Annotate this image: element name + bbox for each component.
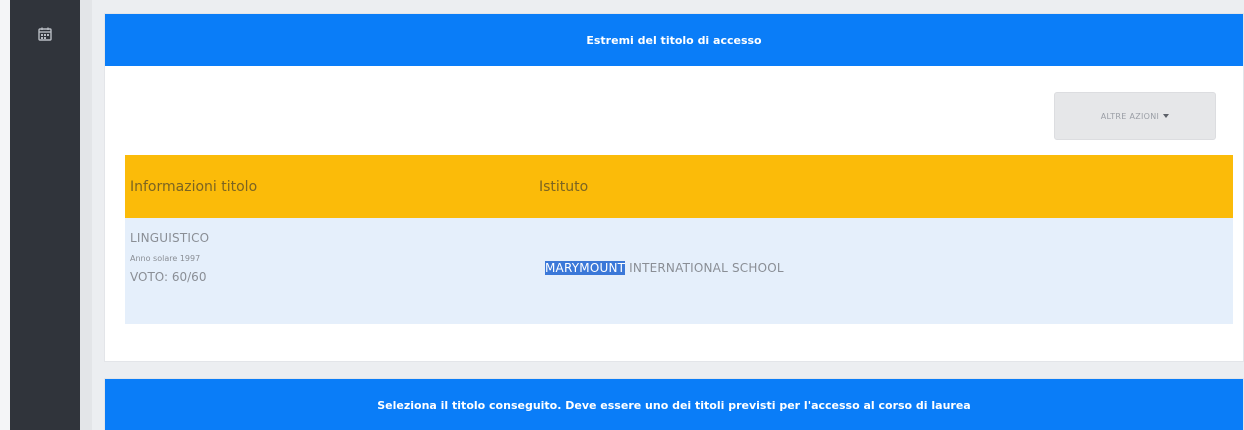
caret-down-icon xyxy=(1163,114,1170,118)
informazioni-titolo-cell: LINGUISTICO Anno solare 1997 VOTO: 60/60 xyxy=(130,231,209,284)
istituto-cell: MARYMOUNT INTERNATIONAL SCHOOL xyxy=(545,261,784,275)
table-header-row: Informazioni titolo Istituto xyxy=(125,155,1233,218)
column-header-informazioni: Informazioni titolo xyxy=(130,178,258,195)
sidebar-shadow xyxy=(80,0,92,430)
calendar-icon[interactable] xyxy=(38,27,52,41)
anno-solare: Anno solare 1997 xyxy=(130,254,201,263)
voto: VOTO: 60/60 xyxy=(130,270,207,284)
card-title: Seleziona il titolo conseguito. Deve ess… xyxy=(377,398,971,412)
altre-azioni-label: ALTRE AZIONI xyxy=(1100,111,1160,121)
selected-text: MARYMOUNT xyxy=(545,261,626,275)
card-title: Estremi del titolo di accesso xyxy=(586,33,762,47)
card-header: Estremi del titolo di accesso xyxy=(105,14,1243,66)
titolo-accesso-card: Estremi del titolo di accesso ALTRE AZIO… xyxy=(104,13,1244,362)
table-row[interactable]: LINGUISTICO Anno solare 1997 VOTO: 60/60… xyxy=(125,218,1233,324)
seleziona-titolo-card: Seleziona il titolo conseguito. Deve ess… xyxy=(104,378,1244,430)
sidebar xyxy=(10,0,80,430)
titoli-table: Informazioni titolo Istituto LINGUISTICO… xyxy=(125,155,1233,324)
card-header: Seleziona il titolo conseguito. Deve ess… xyxy=(105,379,1243,430)
titolo-name: LINGUISTICO xyxy=(130,231,210,245)
window-edge xyxy=(0,0,10,430)
altre-azioni-dropdown-button[interactable]: ALTRE AZIONI xyxy=(1054,92,1216,140)
column-header-istituto: Istituto xyxy=(539,178,589,195)
istituto-name-rest: INTERNATIONAL SCHOOL xyxy=(625,261,784,275)
